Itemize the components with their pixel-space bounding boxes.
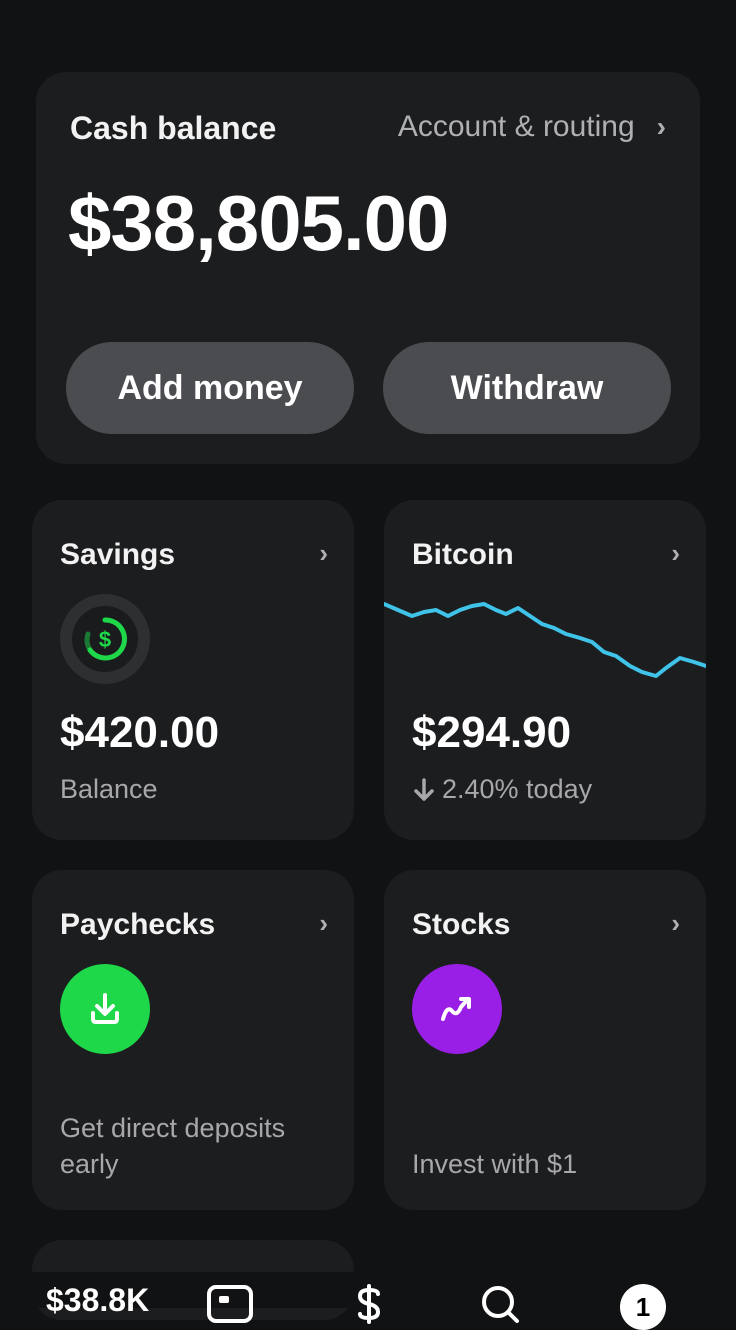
chevron-right-icon: › [671, 908, 680, 938]
chevron-right-icon: › [319, 538, 328, 568]
paychecks-desc-line1: Get direct deposits [60, 1113, 286, 1143]
chevron-right-icon: › [656, 111, 666, 142]
card-icon[interactable] [206, 1284, 254, 1324]
stocks-desc: Invest with $1 [412, 1149, 578, 1179]
paychecks-desc-line2: early [60, 1149, 119, 1179]
savings-sub: Balance [60, 774, 158, 804]
paychecks-desc: Get direct deposits early [60, 1110, 285, 1182]
account-routing-link[interactable]: Account & routing › [398, 110, 666, 144]
savings-title: Savings [60, 538, 176, 571]
savings-value: $420.00 [60, 708, 220, 757]
activity-badge[interactable]: 1 [620, 1284, 666, 1330]
account-routing-label: Account & routing [397, 110, 635, 143]
svg-text:$: $ [99, 627, 111, 652]
add-money-button[interactable]: Add money [66, 342, 354, 434]
bitcoin-change-text: 2.40% today [442, 774, 593, 804]
withdraw-button[interactable]: Withdraw [383, 342, 671, 434]
cash-balance-amount: $38,805.00 [68, 179, 449, 267]
bitcoin-change: 2.40% today [412, 774, 592, 805]
dollar-icon[interactable] [352, 1284, 386, 1324]
trend-up-icon [412, 964, 502, 1054]
search-icon[interactable] [480, 1284, 520, 1324]
chevron-right-icon: › [319, 908, 328, 938]
bitcoin-tile[interactable]: Bitcoin › $294.90 2.40% today [384, 500, 706, 840]
dollar-circle-icon: $ [60, 594, 150, 684]
bitcoin-sparkline [384, 602, 706, 678]
download-icon [60, 964, 150, 1054]
cash-balance-card: Cash balance Account & routing › $38,805… [36, 72, 700, 464]
paychecks-tile[interactable]: Paychecks › Get direct deposits early [32, 870, 354, 1210]
savings-tile[interactable]: Savings › $ $420.00 Balance [32, 500, 354, 840]
arrow-down-icon [414, 777, 434, 801]
stocks-tile[interactable]: Stocks › Invest with $1 [384, 870, 706, 1210]
bitcoin-title: Bitcoin [412, 538, 514, 571]
cash-balance-title: Cash balance [70, 110, 277, 146]
bottom-nav: $38.8K 1 [0, 1272, 736, 1330]
nav-balance[interactable]: $38.8K [46, 1282, 149, 1319]
stocks-title: Stocks [412, 908, 511, 941]
chevron-right-icon: › [671, 538, 680, 568]
bitcoin-value: $294.90 [412, 708, 572, 757]
paychecks-title: Paychecks [60, 908, 216, 941]
